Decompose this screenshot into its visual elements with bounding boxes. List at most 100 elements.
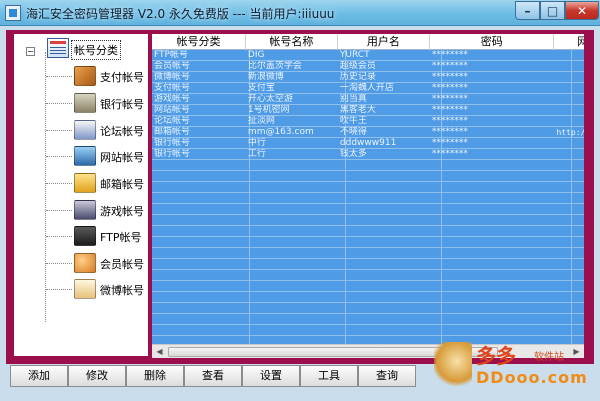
cell-account-name: 比尔盖茨学会 bbox=[247, 61, 302, 71]
tree-item-label: 银行帐号 bbox=[100, 98, 144, 111]
tree-item-label: 会员帐号 bbox=[100, 258, 144, 271]
tree-collapse-icon[interactable]: − bbox=[26, 47, 35, 56]
tree-item-forum[interactable]: 论坛帐号 bbox=[46, 119, 146, 141]
add-button[interactable]: 添加 bbox=[10, 365, 68, 387]
cell-category: 微博帐号 bbox=[154, 72, 191, 82]
tree-branch-line bbox=[46, 289, 72, 290]
table-row[interactable]: 银行帐号 工行 钱太多 ******** bbox=[152, 149, 584, 160]
cell-website bbox=[554, 149, 584, 160]
table-row[interactable]: 论坛帐号 扯淡网 吹牛王 ******** bbox=[152, 116, 584, 127]
tree-item-member[interactable]: 会员帐号 bbox=[46, 252, 146, 274]
column-header-account-name[interactable]: 帐号名称 bbox=[246, 34, 338, 50]
scroll-left-icon[interactable]: ◀ bbox=[153, 346, 166, 358]
settings-button[interactable]: 设置 bbox=[242, 365, 300, 387]
tree-item-label: 微博帐号 bbox=[100, 284, 144, 297]
tree-branch-line bbox=[46, 130, 72, 131]
cell-password: ******** bbox=[431, 138, 468, 148]
weibo-icon bbox=[74, 279, 96, 299]
cell-website bbox=[554, 72, 584, 83]
edit-button[interactable]: 修改 bbox=[68, 365, 126, 387]
cell-username: dddwww911 bbox=[339, 138, 397, 148]
cell-username: 历史记录 bbox=[339, 72, 376, 82]
watermark-title: 多多 bbox=[476, 344, 516, 368]
accounts-table[interactable]: 帐号分类 帐号名称 用户名 密码 网 FTP帐号 DIG YURCT *****… bbox=[152, 34, 584, 344]
tree-branch-line bbox=[46, 236, 72, 237]
column-header-category[interactable]: 帐号分类 bbox=[152, 34, 246, 50]
cell-website bbox=[554, 105, 584, 116]
table-row[interactable]: 会员帐号 比尔盖茨学会 超级会员 ******** bbox=[152, 61, 584, 72]
table-row[interactable]: 支付帐号 支付宝 一淘魏人开店 ******** bbox=[152, 83, 584, 94]
tree-item-label: 网站帐号 bbox=[100, 151, 144, 164]
category-list-icon bbox=[47, 38, 69, 58]
view-button[interactable]: 查看 bbox=[184, 365, 242, 387]
table-row[interactable]: 银行帐号 中行 dddwww911 ******** bbox=[152, 138, 584, 149]
tree-root-label[interactable]: 帐号分类 bbox=[71, 40, 121, 60]
table-row[interactable]: 邮箱帐号 mm@163.com 不晓得 ******** http://ww bbox=[152, 127, 584, 138]
delete-button[interactable]: 删除 bbox=[126, 365, 184, 387]
cell-password: ******** bbox=[431, 127, 468, 137]
cell-category: 游戏帐号 bbox=[154, 94, 191, 104]
minimize-button[interactable]: – bbox=[515, 1, 540, 20]
bottom-toolbar: 添加 修改 删除 查看 设置 工具 查询 bbox=[10, 365, 416, 387]
app-icon bbox=[5, 5, 21, 21]
window-title: 海汇安全密码管理器 V2.0 永久免费版 --- 当前用户:iiiuuu bbox=[26, 7, 335, 21]
cell-username: 别当真 bbox=[339, 94, 367, 104]
cell-website bbox=[554, 94, 584, 105]
title-bar[interactable]: 海汇安全密码管理器 V2.0 永久免费版 --- 当前用户:iiiuuu – □… bbox=[0, 0, 600, 26]
tree-item-bank[interactable]: 银行帐号 bbox=[46, 92, 146, 114]
cell-category: 邮箱帐号 bbox=[154, 127, 191, 137]
horse-logo-icon bbox=[434, 342, 472, 390]
tools-button[interactable]: 工具 bbox=[300, 365, 358, 387]
tree-item-weibo[interactable]: 微博帐号 bbox=[46, 278, 146, 300]
tree-item-mailbox[interactable]: 邮箱帐号 bbox=[46, 172, 146, 194]
mailbox-icon bbox=[74, 173, 96, 193]
tree-branch-line bbox=[46, 210, 72, 211]
payment-icon bbox=[74, 66, 96, 86]
column-header-username[interactable]: 用户名 bbox=[338, 34, 430, 50]
cell-website bbox=[554, 83, 584, 94]
table-row[interactable]: FTP帐号 DIG YURCT ******** bbox=[152, 50, 584, 61]
member-icon bbox=[74, 253, 96, 273]
cell-category: 会员帐号 bbox=[154, 61, 191, 71]
cell-website bbox=[554, 138, 584, 149]
site-watermark: 多多 软件站 DDooo.com bbox=[430, 340, 595, 398]
cell-username: 不晓得 bbox=[339, 127, 367, 137]
table-row[interactable]: 微博帐号 新浪微博 历史记录 ******** bbox=[152, 72, 584, 83]
tree-item-label: 游戏帐号 bbox=[100, 205, 144, 218]
cell-password: ******** bbox=[431, 50, 468, 60]
cell-account-name: DIG bbox=[247, 50, 265, 60]
cell-password: ******** bbox=[431, 105, 468, 115]
table-row[interactable]: 游戏帐号 开心太空游 别当真 ******** bbox=[152, 94, 584, 105]
forum-icon bbox=[74, 120, 96, 140]
close-button[interactable]: ✕ bbox=[565, 1, 599, 20]
tree-item-label: 支付帐号 bbox=[100, 71, 144, 84]
cell-account-name: 开心太空游 bbox=[247, 94, 293, 104]
tree-item-website[interactable]: 网站帐号 bbox=[46, 145, 146, 167]
table-header: 帐号分类 帐号名称 用户名 密码 网 bbox=[152, 34, 584, 50]
tree-item-payment[interactable]: 支付帐号 bbox=[46, 65, 146, 87]
cell-password: ******** bbox=[431, 149, 468, 159]
cell-category: 论坛帐号 bbox=[154, 116, 191, 126]
column-header-website[interactable]: 网 bbox=[554, 34, 584, 50]
column-header-password[interactable]: 密码 bbox=[430, 34, 555, 50]
tree-item-label: 邮箱帐号 bbox=[100, 178, 144, 191]
cell-account-name: mm@163.com bbox=[247, 127, 314, 137]
maximize-button[interactable]: □ bbox=[540, 1, 565, 20]
search-button[interactable]: 查询 bbox=[358, 365, 416, 387]
tree-branch-line bbox=[46, 76, 72, 77]
tree-item-game[interactable]: 游戏帐号 bbox=[46, 199, 146, 221]
cell-password: ******** bbox=[431, 61, 468, 71]
tree-branch-line bbox=[46, 156, 72, 157]
cell-account-name: 工行 bbox=[247, 149, 266, 159]
watermark-url: DDooo.com bbox=[476, 368, 588, 387]
category-tree[interactable]: − 帐号分类 支付帐号 银行帐号 论坛帐号 网站帐号 邮箱帐号 游戏帐号 FTP… bbox=[14, 34, 148, 356]
table-row[interactable]: 网站帐号 1号机密网 黑客老大 ******** bbox=[152, 105, 584, 116]
cell-website bbox=[554, 116, 584, 127]
table-body[interactable]: FTP帐号 DIG YURCT ******** 会员帐号 比尔盖茨学会 超级会… bbox=[152, 50, 584, 344]
gamepad-icon bbox=[74, 200, 96, 220]
website-icon bbox=[74, 146, 96, 166]
watermark-subtitle: 软件站 bbox=[534, 352, 564, 363]
tree-item-ftp[interactable]: FTP帐号 bbox=[46, 225, 146, 247]
cell-username: 吹牛王 bbox=[339, 116, 367, 126]
tree-branch-line bbox=[46, 183, 72, 184]
